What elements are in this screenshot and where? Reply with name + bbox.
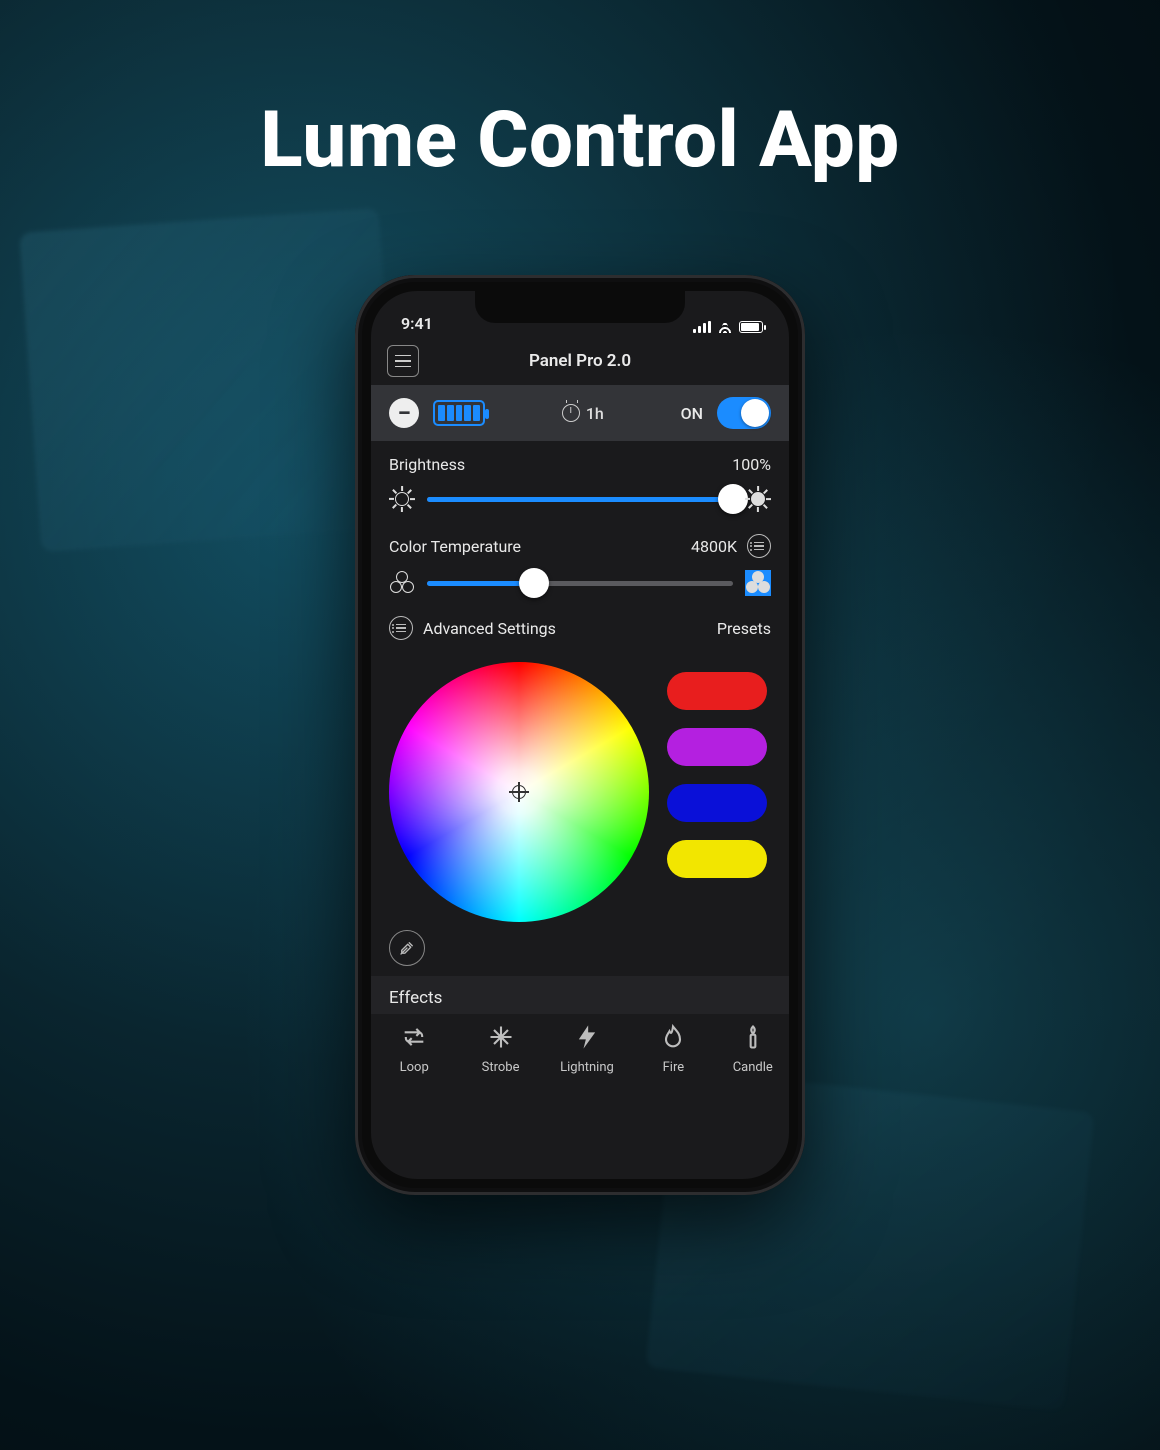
eyedropper-icon [398, 939, 416, 957]
effect-label: Lightning [560, 1060, 614, 1075]
color-swatches [667, 662, 767, 878]
advanced-settings-label: Advanced Settings [423, 619, 556, 638]
list-icon [389, 616, 413, 640]
effect-label: Loop [400, 1060, 429, 1075]
signal-icon [693, 321, 711, 333]
advanced-presets-row: Advanced Settings Presets [371, 604, 789, 652]
power-state-label: ON [681, 404, 703, 423]
battery-icon [739, 321, 763, 333]
device-status-strip: – 1h ON [371, 385, 789, 441]
nav-title: Panel Pro 2.0 [529, 351, 631, 371]
status-time: 9:41 [401, 314, 433, 333]
loop-icon [400, 1023, 428, 1051]
effect-loop[interactable]: Loop [373, 1020, 455, 1075]
device-battery-icon [433, 400, 485, 426]
color-temp-value: 4800K [691, 537, 737, 556]
brightness-label: Brightness [389, 455, 465, 474]
brightness-slider[interactable] [427, 484, 733, 514]
remove-device-button[interactable]: – [389, 398, 419, 428]
color-temp-warm-icon [745, 570, 771, 596]
hero-title: Lume Control App [0, 95, 1160, 186]
sparkle-icon [487, 1023, 515, 1051]
timer-label: 1h [586, 404, 604, 423]
effect-fire[interactable]: Fire [632, 1020, 714, 1075]
stopwatch-icon [562, 404, 580, 422]
presets-button[interactable]: Presets [717, 619, 771, 638]
color-wheel-cursor [509, 782, 529, 802]
effect-lightning[interactable]: Lightning [546, 1020, 628, 1075]
effect-strobe[interactable]: Strobe [460, 1020, 542, 1075]
background-light-panel [19, 208, 400, 552]
effect-label: Candle [733, 1060, 773, 1075]
eyedropper-button[interactable] [389, 930, 425, 966]
color-temp-presets-button[interactable] [747, 534, 771, 558]
color-swatch[interactable] [667, 784, 767, 822]
brightness-high-icon [745, 486, 771, 512]
effects-row[interactable]: Loop Strobe Lightning Fire Candle [371, 1014, 789, 1093]
color-temp-label: Color Temperature [389, 537, 521, 556]
nav-bar: Panel Pro 2.0 [371, 337, 789, 385]
effect-label: Strobe [482, 1060, 520, 1075]
brightness-section: Brightness 100% [371, 441, 789, 520]
color-temp-cool-icon [389, 570, 415, 596]
effect-label: Fire [663, 1060, 685, 1075]
bolt-icon [573, 1023, 601, 1051]
power-toggle[interactable] [717, 397, 771, 429]
effects-section-label: Effects [371, 976, 789, 1014]
phone-notch [475, 291, 685, 323]
brightness-low-icon [389, 486, 415, 512]
phone-screen: 9:41 Panel Pro 2.0 – 1h [371, 291, 789, 1179]
wifi-icon [717, 321, 733, 333]
color-swatch[interactable] [667, 840, 767, 878]
color-swatch[interactable] [667, 672, 767, 710]
color-temp-slider[interactable] [427, 568, 733, 598]
timer-indicator[interactable]: 1h [562, 404, 604, 423]
color-picker-area [371, 652, 789, 930]
color-wheel[interactable] [389, 662, 649, 922]
color-temp-section: Color Temperature 4800K [371, 520, 789, 604]
menu-button[interactable] [387, 345, 419, 377]
brightness-value: 100% [732, 455, 771, 474]
advanced-settings-button[interactable]: Advanced Settings [389, 616, 556, 640]
effect-candle[interactable]: Candle [719, 1020, 787, 1075]
fire-icon [659, 1023, 687, 1051]
color-swatch[interactable] [667, 728, 767, 766]
candle-icon [739, 1023, 767, 1051]
phone-frame: 9:41 Panel Pro 2.0 – 1h [355, 275, 805, 1195]
